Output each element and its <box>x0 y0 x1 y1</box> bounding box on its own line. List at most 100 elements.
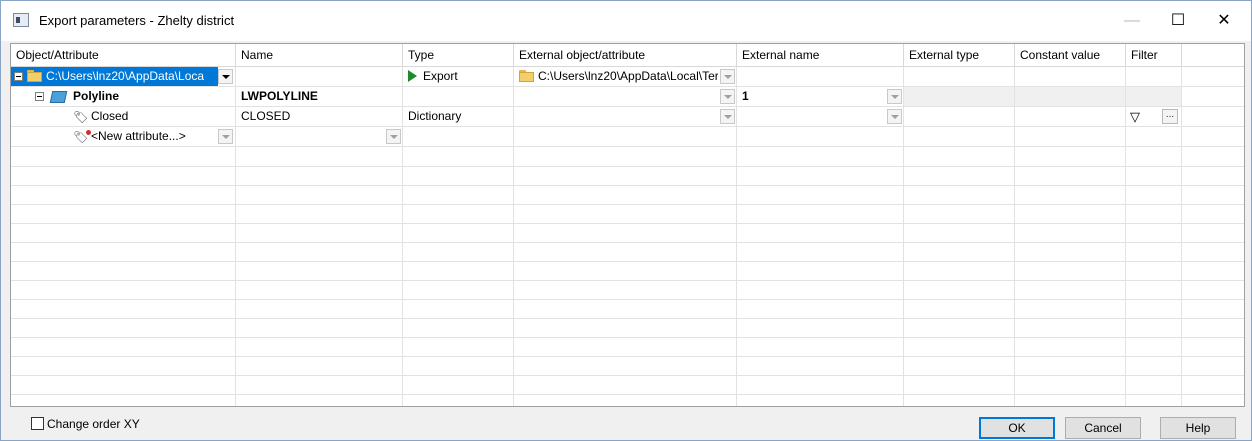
empty-cell <box>1126 166 1182 185</box>
column-header-external-type[interactable]: External type <box>904 44 1015 66</box>
maximize-button[interactable]: ☐ <box>1155 1 1201 41</box>
object-cell[interactable]: 🏷 <New attribute...> <box>11 127 236 146</box>
title-bar[interactable]: Export parameters - Zhelty district — ☐ … <box>1 1 1251 41</box>
external-name-value: 1 <box>742 89 749 103</box>
empty-cell <box>236 394 403 406</box>
empty-cell <box>403 204 514 223</box>
external-object-dropdown-button[interactable] <box>720 89 735 104</box>
external-name-cell[interactable] <box>737 67 904 86</box>
constant-value-cell[interactable] <box>1015 67 1126 86</box>
empty-cell <box>737 280 904 299</box>
empty-row <box>11 375 1244 395</box>
external-name-dropdown-button[interactable] <box>887 109 902 124</box>
folder-icon <box>519 70 535 82</box>
empty-cell <box>11 223 236 242</box>
table-row[interactable]: 🏷 Closed CLOSED Dictionary ▽ ... <box>11 107 1244 127</box>
empty-cell <box>403 356 514 375</box>
empty-cell <box>737 242 904 261</box>
object-cell[interactable]: 🏷 Closed <box>11 107 236 126</box>
table-row[interactable]: 🏷 <New attribute...> <box>11 127 1244 147</box>
name-cell[interactable] <box>236 127 403 146</box>
type-cell[interactable]: Export <box>403 67 514 86</box>
cancel-button[interactable]: Cancel <box>1065 417 1141 439</box>
column-header-constant-value[interactable]: Constant value <box>1015 44 1126 66</box>
column-header-object-attribute[interactable]: Object/Attribute <box>11 44 236 66</box>
polyline-icon <box>49 91 68 103</box>
parameters-grid[interactable]: Object/Attribute Name Type External obje… <box>10 43 1245 407</box>
name-dropdown-button[interactable] <box>386 129 401 144</box>
external-object-cell[interactable] <box>514 87 737 106</box>
empty-cell <box>236 280 403 299</box>
empty-cell <box>904 223 1015 242</box>
empty-cell <box>236 261 403 280</box>
empty-cell <box>403 318 514 337</box>
empty-cell <box>514 337 737 356</box>
empty-cell <box>737 337 904 356</box>
external-type-cell[interactable] <box>904 67 1015 86</box>
external-object-cell[interactable] <box>514 107 737 126</box>
external-object-cell[interactable] <box>514 127 737 146</box>
object-dropdown-button[interactable] <box>218 69 233 84</box>
column-header-filter[interactable]: Filter <box>1126 44 1182 66</box>
filter-cell[interactable] <box>1126 127 1182 146</box>
object-cell[interactable]: C:\Users\lnz20\AppData\Loca <box>11 67 236 86</box>
empty-cell <box>236 318 403 337</box>
empty-cell <box>514 223 737 242</box>
table-row[interactable]: C:\Users\lnz20\AppData\Loca Export C:\Us… <box>11 67 1244 87</box>
column-header-type[interactable]: Type <box>403 44 514 66</box>
constant-value-cell[interactable] <box>1015 107 1126 126</box>
filter-cell[interactable]: ▽ ... <box>1126 107 1182 126</box>
external-name-cell[interactable] <box>737 127 904 146</box>
change-order-checkbox[interactable] <box>31 417 44 430</box>
empty-cell <box>1126 299 1182 318</box>
external-type-cell[interactable] <box>904 87 1015 106</box>
external-object-dropdown-button[interactable] <box>720 69 735 84</box>
filter-edit-button[interactable]: ... <box>1162 109 1178 124</box>
help-button[interactable]: Help <box>1160 417 1236 439</box>
collapse-icon[interactable] <box>14 72 23 81</box>
collapse-icon[interactable] <box>35 92 44 101</box>
empty-cell <box>1015 375 1126 394</box>
constant-value-cell[interactable] <box>1015 87 1126 106</box>
grid-header: Object/Attribute Name Type External obje… <box>11 44 1244 67</box>
empty-row <box>11 185 1244 205</box>
ok-button[interactable]: OK <box>979 417 1055 439</box>
minimize-button[interactable]: — <box>1109 1 1155 41</box>
external-type-cell[interactable] <box>904 127 1015 146</box>
close-button[interactable]: ✕ <box>1201 1 1247 41</box>
filter-cell[interactable] <box>1126 67 1182 86</box>
type-label: Export <box>423 69 458 83</box>
external-name-cell[interactable] <box>737 107 904 126</box>
empty-cell <box>403 394 514 406</box>
object-dropdown-button[interactable] <box>218 129 233 144</box>
empty-cell <box>1126 280 1182 299</box>
column-header-external-object[interactable]: External object/attribute <box>514 44 737 66</box>
external-type-cell[interactable] <box>904 107 1015 126</box>
table-row[interactable]: Polyline LWPOLYLINE 1 <box>11 87 1244 107</box>
name-cell[interactable]: LWPOLYLINE <box>236 87 403 106</box>
object-cell[interactable]: Polyline <box>11 87 236 106</box>
empty-cell <box>1126 337 1182 356</box>
external-name-dropdown-button[interactable] <box>887 89 902 104</box>
external-object-dropdown-button[interactable] <box>720 109 735 124</box>
type-cell[interactable]: Dictionary <box>403 107 514 126</box>
empty-cell <box>1015 223 1126 242</box>
empty-cell <box>11 261 236 280</box>
column-header-external-name[interactable]: External name <box>737 44 904 66</box>
name-cell[interactable] <box>236 67 403 86</box>
empty-cell <box>514 166 737 185</box>
type-cell[interactable] <box>403 127 514 146</box>
name-cell[interactable]: CLOSED <box>236 107 403 126</box>
empty-cell <box>1015 166 1126 185</box>
change-order-label[interactable]: Change order XY <box>47 417 140 431</box>
play-icon <box>408 70 417 82</box>
filter-icon[interactable]: ▽ <box>1130 110 1140 123</box>
column-header-name[interactable]: Name <box>236 44 403 66</box>
constant-value-cell[interactable] <box>1015 127 1126 146</box>
filter-cell[interactable] <box>1126 87 1182 106</box>
external-object-cell[interactable]: C:\Users\lnz20\AppData\Local\Ter <box>514 67 737 86</box>
type-cell[interactable] <box>403 87 514 106</box>
external-name-cell[interactable]: 1 <box>737 87 904 106</box>
empty-row <box>11 166 1244 186</box>
empty-row <box>11 147 1244 167</box>
